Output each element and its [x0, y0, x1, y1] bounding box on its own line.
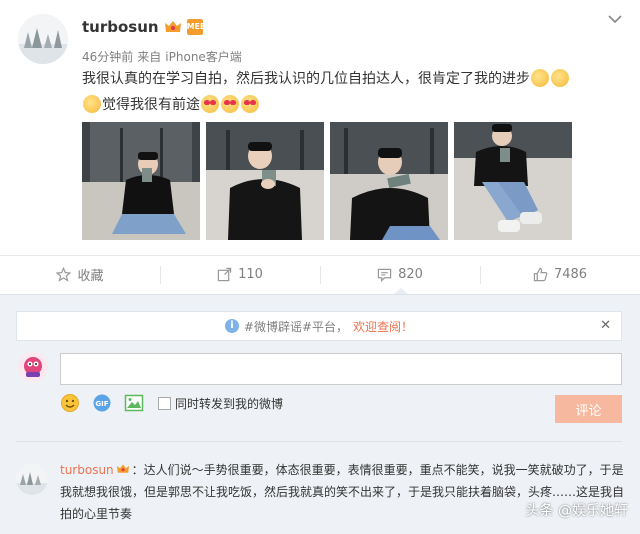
image-icon[interactable]	[124, 393, 144, 413]
svg-text:GIF: GIF	[95, 400, 108, 408]
heart-eyes-emoji-icon	[201, 95, 219, 113]
heart-eyes-emoji-icon	[241, 95, 259, 113]
info-icon: i	[224, 319, 239, 333]
weibo-post: turbosun MEB 46分钟前 来自 iPhone客户端 我很认真的在学习…	[0, 0, 640, 255]
comment-count: 820	[398, 267, 423, 282]
gif-icon[interactable]: GIF	[92, 393, 112, 413]
comment-section: i #微博辟谣#平台， 欢迎查阅！ ✕ GIF 同时转发到我的微博 评论 tur…	[0, 294, 640, 534]
author-name[interactable]: turbosun	[82, 18, 159, 36]
comment-icon	[377, 268, 392, 282]
close-icon[interactable]: ✕	[600, 318, 611, 333]
hug-emoji-icon	[83, 95, 101, 113]
repost-icon	[217, 267, 232, 282]
source-prefix: 来自	[137, 50, 162, 64]
comment-input[interactable]	[60, 353, 622, 385]
photo-grid	[82, 122, 572, 240]
notice-text[interactable]: #微博辟谣#平台，	[244, 318, 348, 335]
repost-label: 同时转发到我的微博	[175, 396, 284, 411]
post-photo-2[interactable]	[206, 122, 324, 240]
post-photo-4[interactable]	[454, 122, 572, 240]
hug-emoji-icon	[551, 69, 569, 87]
divider	[16, 441, 622, 442]
post-action-bar: 收藏 110 820 7486	[0, 255, 640, 293]
comment-author-avatar[interactable]	[16, 463, 48, 495]
repost-checkbox-row[interactable]: 同时转发到我的微博	[158, 395, 283, 412]
rumor-notice: i #微博辟谣#平台， 欢迎查阅！ ✕	[16, 311, 622, 341]
star-icon	[56, 267, 72, 282]
like-count: 7486	[553, 267, 588, 282]
notice-link[interactable]: 欢迎查阅！	[353, 318, 413, 335]
member-badge[interactable]: MEB	[186, 19, 206, 35]
post-source[interactable]: iPhone客户端	[165, 48, 242, 65]
comment-author-name[interactable]: turbosun	[60, 463, 114, 477]
post-photo-1[interactable]	[82, 122, 200, 240]
heart-eyes-emoji-icon	[221, 95, 239, 113]
repost-button[interactable]: 110	[160, 256, 320, 293]
repost-count: 110	[238, 267, 263, 282]
thumbs-up-icon	[533, 267, 548, 282]
author-avatar[interactable]	[18, 14, 68, 64]
hug-emoji-icon	[531, 69, 549, 87]
crown-icon	[116, 460, 130, 473]
smiley-icon[interactable]	[60, 393, 80, 413]
post-time[interactable]: 46分钟前	[82, 48, 133, 65]
post-text-line2: 觉得我很有前途	[102, 97, 200, 113]
favorite-button[interactable]: 收藏	[0, 256, 160, 293]
repost-checkbox[interactable]	[158, 396, 171, 410]
submit-comment-button[interactable]: 评论	[555, 395, 622, 423]
post-text: 我很认真的在学习自拍，然后我认识的几位自拍达人，很肯定了我的进步 觉得我很有前途	[82, 66, 622, 118]
like-button[interactable]: 7486	[480, 256, 640, 293]
watermark: 头条 @娱乐她轩	[525, 503, 628, 519]
current-user-avatar[interactable]	[18, 352, 48, 382]
post-photo-3[interactable]	[330, 122, 448, 240]
crown-icon[interactable]	[164, 19, 182, 35]
favorite-label: 收藏	[77, 269, 104, 284]
post-text-line1: 我很认真的在学习自拍，然后我认识的几位自拍达人，很肯定了我的进步	[82, 71, 530, 87]
post-meta: 46分钟前 来自 iPhone客户端	[82, 48, 242, 65]
chevron-down-icon[interactable]	[608, 12, 622, 28]
composer-tools: GIF 同时转发到我的微博	[60, 393, 283, 413]
